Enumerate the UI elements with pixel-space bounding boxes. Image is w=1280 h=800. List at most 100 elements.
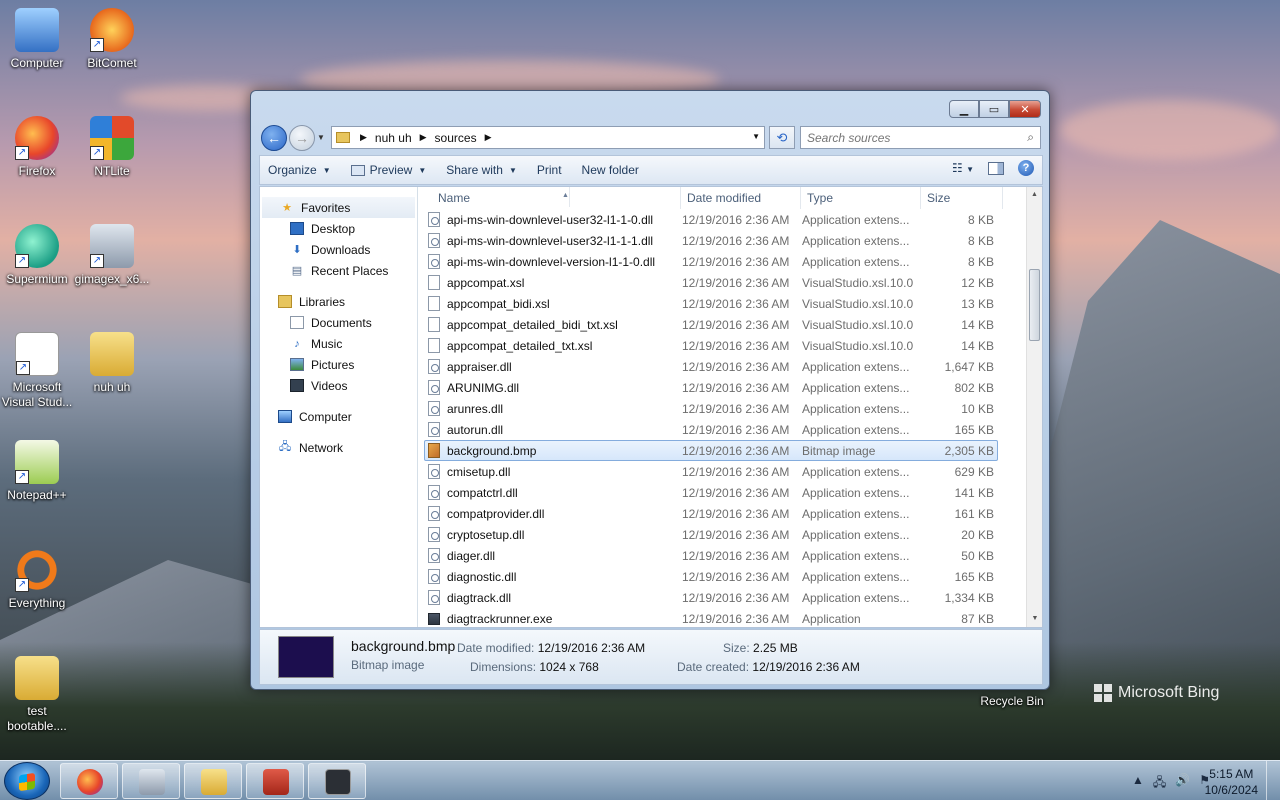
nav-favorites[interactable]: ★ Favorites bbox=[262, 197, 415, 218]
new-folder-button[interactable]: New folder bbox=[572, 163, 649, 177]
desktop-icon-visual-studio[interactable]: ↗ Microsoft Visual Stud... bbox=[0, 332, 75, 410]
file-row[interactable]: appcompat_detailed_bidi_txt.xsl 12/19/201… bbox=[424, 314, 998, 335]
file-row[interactable]: appraiser.dll 12/19/2016 2:36 AM Applicati… bbox=[424, 356, 998, 377]
search-icon[interactable]: ⌕ bbox=[1027, 130, 1034, 145]
file-row[interactable]: diagnostic.dll 12/19/2016 2:36 AM Applicat… bbox=[424, 566, 998, 587]
file-type: Bitmap image bbox=[802, 443, 876, 458]
file-row[interactable]: autorun.dll 12/19/2016 2:36 AM Application… bbox=[424, 419, 998, 440]
breadcrumb-separator-icon[interactable]: ▶ bbox=[360, 132, 367, 143]
file-row[interactable]: cryptosetup.dll 12/19/2016 2:36 AM Applica… bbox=[424, 524, 998, 545]
file-date: 12/19/2016 2:36 AM bbox=[682, 401, 790, 416]
file-row[interactable]: api-ms-win-downlevel-user32-l1-1-0.dll 12… bbox=[424, 209, 998, 230]
back-button[interactable]: ← bbox=[261, 125, 287, 151]
forward-button[interactable]: → bbox=[289, 125, 315, 151]
file-name: cmisetup.dll bbox=[447, 464, 511, 479]
scroll-down-icon[interactable]: ▼ bbox=[1027, 611, 1043, 627]
desktop-icon-ntlite[interactable]: ↗ NTLite bbox=[74, 116, 150, 179]
share-with-button[interactable]: Share with ▼ bbox=[436, 163, 527, 177]
desktop-icon-test-bootable[interactable]: test bootable.... bbox=[0, 656, 75, 734]
dll-file-icon bbox=[428, 506, 440, 521]
vertical-scrollbar[interactable]: ▲ ▼ bbox=[1026, 187, 1042, 627]
file-row[interactable]: api-ms-win-downlevel-version-l1-1-0.dll 1… bbox=[424, 251, 998, 272]
nav-network[interactable]: 🖧 Network bbox=[260, 437, 417, 458]
desktop-icon-gimagex[interactable]: ↗ gimagex_x6... bbox=[74, 224, 150, 287]
scrollbar-thumb[interactable] bbox=[1029, 269, 1040, 341]
desktop-icon-nuh-uh[interactable]: nuh uh bbox=[74, 332, 150, 395]
close-button[interactable]: ✕ bbox=[1009, 100, 1041, 118]
start-button[interactable] bbox=[4, 762, 50, 800]
nav-documents[interactable]: Documents bbox=[260, 312, 417, 333]
volume-icon[interactable]: 🔊 bbox=[1175, 773, 1190, 794]
taskbar-gimagex[interactable] bbox=[122, 763, 180, 799]
file-name: autorun.dll bbox=[447, 422, 504, 437]
desktop-icon-supermium[interactable]: ↗ Supermium bbox=[0, 224, 75, 287]
file-name: appcompat_detailed_txt.xsl bbox=[447, 338, 593, 353]
clock[interactable]: 5:15 AM 10/6/2024 bbox=[1205, 766, 1258, 798]
file-row[interactable]: compatprovider.dll 12/19/2016 2:36 AM Appl… bbox=[424, 503, 998, 524]
file-row[interactable]: diagtrackrunner.exe 12/19/2016 2:36 AM App… bbox=[424, 608, 998, 627]
address-dropdown-icon[interactable]: ▼ bbox=[752, 132, 760, 141]
documents-icon bbox=[290, 316, 304, 329]
nav-downloads[interactable]: ⬇ Downloads bbox=[260, 239, 417, 260]
nav-computer[interactable]: Computer bbox=[260, 406, 417, 427]
preview-button[interactable]: Preview ▼ bbox=[341, 163, 437, 177]
desktop-icon-computer[interactable]: Computer bbox=[0, 8, 75, 71]
change-view-button[interactable]: ☷ ▼ bbox=[952, 161, 974, 175]
desktop-icon-everything[interactable]: ↗ Everything bbox=[0, 548, 75, 611]
desktop-icon-firefox[interactable]: ↗ Firefox bbox=[0, 116, 75, 179]
help-icon[interactable]: ? bbox=[1018, 160, 1034, 176]
taskbar-explorer[interactable] bbox=[184, 763, 242, 799]
file-name: appraiser.dll bbox=[447, 359, 512, 374]
file-row[interactable]: compatctrl.dll 12/19/2016 2:36 AM Applicat… bbox=[424, 482, 998, 503]
recent-pages-dropdown[interactable]: ▼ bbox=[317, 133, 325, 142]
show-desktop-button[interactable] bbox=[1266, 761, 1280, 800]
column-type[interactable]: Type bbox=[801, 187, 921, 209]
file-row[interactable]: appcompat_detailed_txt.xsl 12/19/2016 2:3… bbox=[424, 335, 998, 356]
file-row[interactable]: appcompat.xsl 12/19/2016 2:36 AM VisualStu… bbox=[424, 272, 998, 293]
file-row[interactable]: diager.dll 12/19/2016 2:36 AM Application … bbox=[424, 545, 998, 566]
file-row[interactable]: background.bmp 12/19/2016 2:36 AM Bitmap i… bbox=[424, 440, 998, 461]
file-row[interactable]: api-ms-win-downlevel-user32-l1-1-1.dll 12… bbox=[424, 230, 998, 251]
file-row[interactable]: appcompat_bidi.xsl 12/19/2016 2:36 AM Visu… bbox=[424, 293, 998, 314]
nav-music[interactable]: ♪ Music bbox=[260, 333, 417, 354]
column-name[interactable]: Name bbox=[420, 187, 681, 209]
file-row[interactable]: ARUNIMG.dll 12/19/2016 2:36 AM Application… bbox=[424, 377, 998, 398]
desktop-icon-notepadpp[interactable]: ↗ Notepad++ bbox=[0, 440, 75, 503]
nav-videos[interactable]: Videos bbox=[260, 375, 417, 396]
organize-button[interactable]: Organize ▼ bbox=[260, 163, 341, 177]
address-bar[interactable]: ▶ nuh uh ▶ sources ▶ ▼ bbox=[331, 126, 765, 149]
breadcrumb-separator-icon[interactable]: ▶ bbox=[485, 132, 492, 143]
pictures-icon bbox=[290, 358, 304, 371]
breadcrumb-sources[interactable]: sources bbox=[435, 131, 477, 145]
nav-label: Documents bbox=[311, 315, 372, 330]
search-input[interactable] bbox=[807, 130, 1017, 145]
preview-pane-button[interactable] bbox=[988, 161, 1004, 175]
refresh-button[interactable]: ⟲ bbox=[769, 126, 795, 149]
taskbar-command-prompt[interactable] bbox=[308, 763, 366, 799]
print-button[interactable]: Print bbox=[527, 163, 572, 177]
file-name: compatprovider.dll bbox=[447, 506, 545, 521]
print-label: Print bbox=[536, 163, 562, 177]
desktop-icon-bitcomet[interactable]: ↗ BitComet bbox=[74, 8, 150, 71]
nav-recent-places[interactable]: ▤ Recent Places bbox=[260, 260, 417, 281]
nav-desktop[interactable]: Desktop bbox=[260, 218, 417, 239]
desktop-icon-recycle-bin[interactable]: Recycle Bin bbox=[974, 690, 1050, 709]
breadcrumb-nuh-uh[interactable]: nuh uh bbox=[375, 131, 412, 145]
file-name: api-ms-win-downlevel-user32-l1-1-1.dll bbox=[447, 233, 654, 248]
maximize-button[interactable]: ▭ bbox=[979, 100, 1009, 118]
nav-libraries[interactable]: Libraries bbox=[260, 291, 417, 312]
column-date-modified[interactable]: Date modified bbox=[681, 187, 801, 209]
taskbar-toolbox[interactable] bbox=[246, 763, 304, 799]
show-hidden-icons-icon[interactable]: ▲ bbox=[1132, 773, 1144, 794]
nav-pictures[interactable]: Pictures bbox=[260, 354, 417, 375]
shortcut-arrow-icon: ↗ bbox=[90, 254, 104, 268]
taskbar-firefox[interactable] bbox=[60, 763, 118, 799]
network-tray-icon[interactable]: 🖧 bbox=[1153, 773, 1166, 794]
file-row[interactable]: cmisetup.dll 12/19/2016 2:36 AM Applicatio… bbox=[424, 461, 998, 482]
column-size[interactable]: Size bbox=[921, 187, 1003, 209]
scroll-up-icon[interactable]: ▲ bbox=[1027, 187, 1042, 203]
breadcrumb-separator-icon[interactable]: ▶ bbox=[420, 132, 427, 143]
file-row[interactable]: diagtrack.dll 12/19/2016 2:36 AM Applicati… bbox=[424, 587, 998, 608]
minimize-button[interactable]: ▁ bbox=[949, 100, 979, 118]
file-row[interactable]: arunres.dll 12/19/2016 2:36 AM Application… bbox=[424, 398, 998, 419]
